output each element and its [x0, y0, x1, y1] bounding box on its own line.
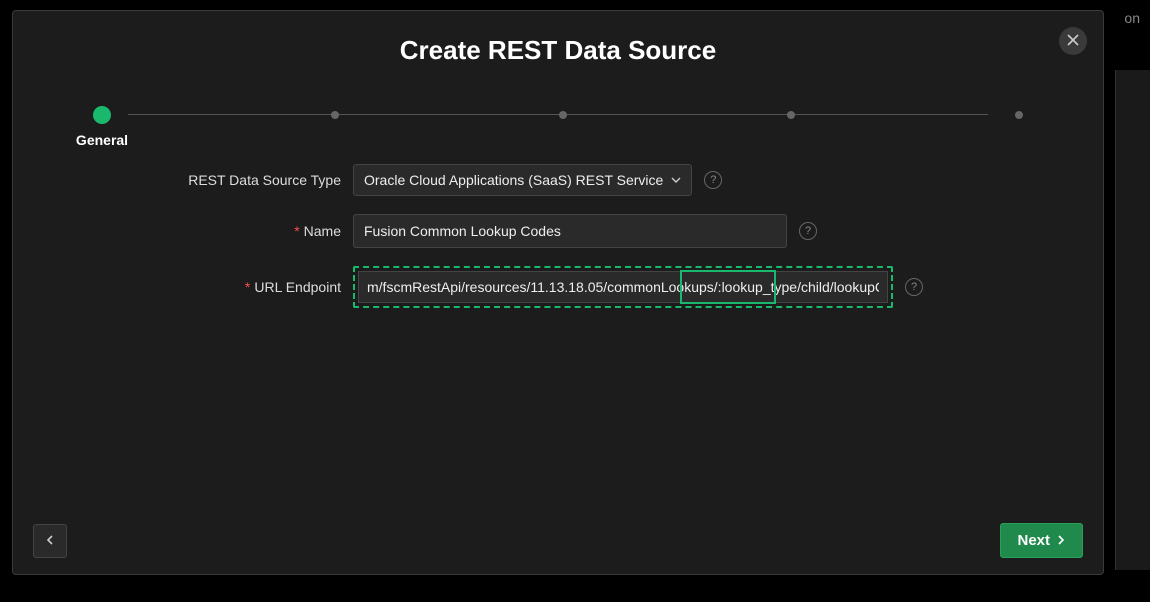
modal-header: Create REST Data Source	[13, 11, 1103, 76]
step-2	[331, 111, 339, 119]
required-indicator: *	[245, 279, 250, 295]
chevron-right-icon	[1056, 532, 1066, 549]
label-name: * Name	[13, 223, 353, 239]
step-general[interactable]: General	[93, 106, 111, 124]
rest-data-source-type-select[interactable]: Oracle Cloud Applications (SaaS) REST Se…	[353, 164, 692, 196]
url-input-highlight-wrap	[353, 266, 893, 308]
background-side-panel	[1115, 70, 1150, 570]
chevron-down-icon	[671, 172, 681, 188]
name-input[interactable]	[353, 214, 787, 248]
form-area: REST Data Source Type Oracle Cloud Appli…	[13, 134, 1103, 506]
label-url: *URL Endpoint	[13, 279, 353, 295]
chevron-left-icon	[45, 533, 55, 548]
row-name: * Name ?	[13, 214, 1103, 248]
help-icon[interactable]: ?	[799, 222, 817, 240]
required-indicator: *	[294, 223, 299, 239]
step-general-label: General	[76, 132, 128, 148]
label-url-text: URL Endpoint	[254, 279, 341, 295]
row-url: *URL Endpoint ?	[13, 266, 1103, 308]
modal-footer: Next	[13, 506, 1103, 574]
type-selected-value: Oracle Cloud Applications (SaaS) REST Se…	[364, 172, 663, 188]
label-name-text: Name	[304, 223, 341, 239]
row-type: REST Data Source Type Oracle Cloud Appli…	[13, 164, 1103, 196]
next-button[interactable]: Next	[1000, 523, 1083, 558]
back-button[interactable]	[33, 524, 67, 558]
create-rest-data-source-modal: Create REST Data Source General REST Dat…	[12, 10, 1104, 575]
step-5	[1015, 111, 1023, 119]
modal-title: Create REST Data Source	[13, 35, 1103, 66]
next-button-label: Next	[1017, 532, 1050, 549]
wizard-stepper: General	[13, 76, 1103, 134]
close-button[interactable]	[1059, 27, 1087, 55]
url-endpoint-input[interactable]	[358, 271, 888, 303]
close-icon	[1067, 33, 1079, 49]
label-type: REST Data Source Type	[13, 172, 353, 188]
help-icon[interactable]: ?	[704, 171, 722, 189]
background-header-fragment: on	[1124, 10, 1140, 26]
help-icon[interactable]: ?	[905, 278, 923, 296]
step-4	[787, 111, 795, 119]
step-3	[559, 111, 567, 119]
